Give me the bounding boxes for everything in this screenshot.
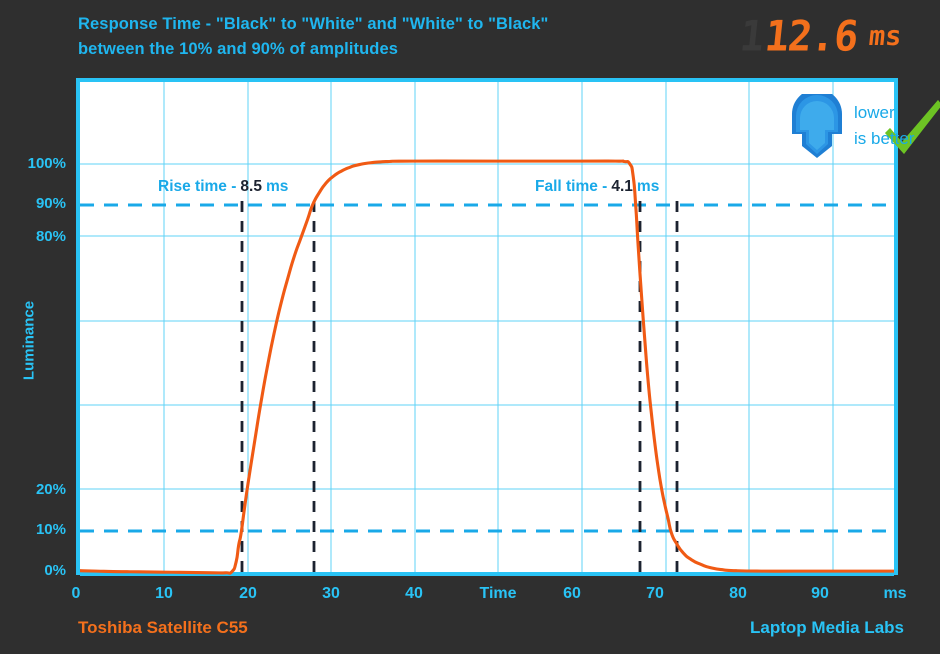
fall-time-unit: ms [636,178,660,195]
down-arrow-icon [792,89,842,158]
chart-plot-svg [80,82,894,576]
x-tick-label-20: 20 [239,585,257,602]
x-tick-label-80: 80 [729,585,747,602]
vertical-gridlines [163,82,834,576]
lower-is-better-badge: lower is better [786,89,940,160]
response-time-readout: 1 12.6 ms [737,12,904,62]
readout-unit: ms [867,21,904,52]
luminance-response-curve [80,159,894,575]
badge-text: lower is better [854,100,914,152]
readout-value: 12.6 [762,12,861,62]
rise-time-unit: ms [265,178,289,195]
x-tick-label-0: 0 [71,585,81,602]
fall-time-label: Fall time - [535,178,608,195]
readout-ghost-digit: 1 [737,12,766,62]
lab-credit: Laptop Media Labs [750,618,904,637]
x-tick-label-10: 10 [155,585,173,602]
x-axis-unit: ms [883,585,907,602]
badge-line-2: is better [854,129,915,148]
chart-title: Response Time - "Black" to "White" and "… [78,15,549,58]
x-tick-label-90: 90 [811,585,829,602]
y-tick-label-10: 10% [35,521,66,538]
x-tick-label-60: 60 [563,585,581,602]
plot-area: Rise time -8.5 ms Fall time -4.1 ms lowe… [76,78,940,576]
marker-lines [240,201,679,574]
chart-canvas: Response Time - "Black" to "White" and "… [0,0,940,654]
device-name: Toshiba Satellite C55 [78,618,248,637]
x-tick-label-70: 70 [646,585,664,602]
y-tick-label-100: 100% [27,155,66,172]
rise-time-value: 8.5 [240,178,262,195]
y-tick-label-20: 20% [35,481,66,498]
y-tick-label-0: 0% [44,562,66,579]
rise-time-annotation: Rise time -8.5 ms [158,178,288,196]
fall-time-annotation: Fall time -4.1 ms [535,178,659,196]
threshold-lines [80,203,894,533]
y-tick-label-90: 90% [35,195,66,212]
x-tick-label-30: 30 [322,585,340,602]
y-axis-title: Luminance [20,300,38,381]
x-axis-title: Time [479,585,517,602]
y-tick-label-80: 80% [35,228,66,245]
x-tick-label-40: 40 [405,585,423,602]
fall-time-value: 4.1 [611,178,633,195]
badge-line-1: lower [854,103,895,122]
horizontal-gridlines [80,163,894,490]
rise-time-label: Rise time - [158,178,237,195]
